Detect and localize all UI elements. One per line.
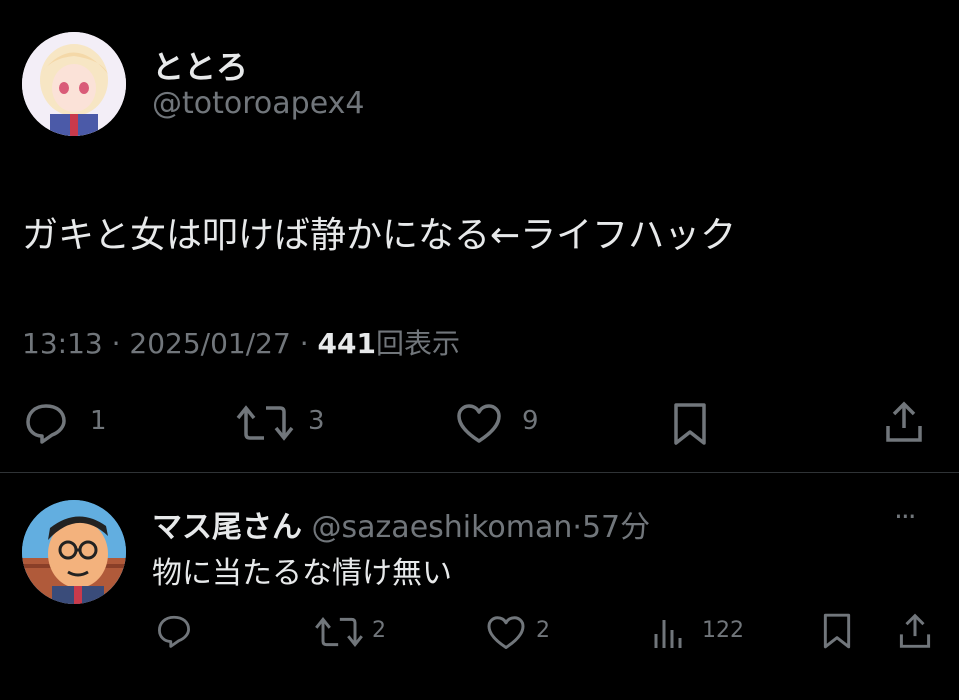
reply-count: 1: [90, 406, 107, 436]
reply-views-count: 122: [702, 618, 744, 643]
like-count: 9: [522, 406, 539, 436]
reply-text: 物に当たるな情け無い: [152, 556, 452, 591]
retweet-button[interactable]: [236, 404, 294, 442]
reply-retweet-count: 2: [372, 618, 386, 643]
reply-display-name[interactable]: マス尾さん: [152, 510, 302, 545]
analytics-icon: [654, 620, 682, 648]
retweet-count: 3: [308, 406, 325, 436]
reply-views-button[interactable]: [652, 616, 688, 650]
reply-like-count: 2: [536, 618, 550, 643]
separator-dot: ·: [572, 510, 582, 545]
share-icon: [886, 401, 922, 442]
retweet-icon: [315, 617, 363, 647]
reply-reply-button[interactable]: [156, 614, 192, 648]
like-button[interactable]: [456, 404, 502, 444]
avatar[interactable]: [22, 32, 126, 136]
reply-handle[interactable]: @sazaeshikoman: [312, 510, 573, 545]
tweet-meta: 13:13 · 2025/01/27 · 441回表示: [22, 322, 460, 362]
timestamp[interactable]: 13:13: [22, 327, 103, 360]
share-button[interactable]: [884, 400, 924, 444]
display-name[interactable]: ととろ: [152, 42, 248, 88]
heart-icon: [457, 404, 501, 443]
reply-share-button[interactable]: [898, 612, 932, 650]
share-icon: [899, 613, 931, 648]
separator-dot: ·: [299, 327, 309, 360]
heart-icon: [487, 616, 525, 649]
cartoon-avatar-image: [22, 500, 126, 604]
reply-time[interactable]: 57分: [582, 510, 650, 545]
retweet-icon: [236, 405, 294, 441]
date[interactable]: 2025/01/27: [129, 327, 290, 360]
reply-avatar[interactable]: [22, 500, 126, 604]
divider: [0, 472, 959, 473]
reply-button[interactable]: [24, 402, 68, 444]
reply-like-button[interactable]: [486, 616, 526, 650]
bookmark-icon: [823, 613, 851, 649]
handle[interactable]: @totoroapex4: [152, 86, 364, 121]
bookmark-button[interactable]: [672, 402, 708, 446]
separator-dot: ·: [111, 327, 121, 360]
anime-avatar-image: [22, 32, 126, 136]
views-count: 441: [317, 327, 376, 360]
tweet-text: ガキと女は叩けば静かになる←ライフハック: [22, 215, 737, 256]
reply-retweet-button[interactable]: [314, 616, 364, 648]
bookmark-icon: [674, 403, 706, 445]
reply-icon: [26, 404, 66, 444]
views-label: 回表示: [375, 327, 460, 360]
reply-bookmark-button[interactable]: [822, 612, 852, 650]
reply-header: マス尾さん @sazaeshikoman·57分: [152, 502, 650, 546]
more-options-icon[interactable]: ···: [894, 500, 917, 533]
reply-icon: [158, 615, 190, 648]
